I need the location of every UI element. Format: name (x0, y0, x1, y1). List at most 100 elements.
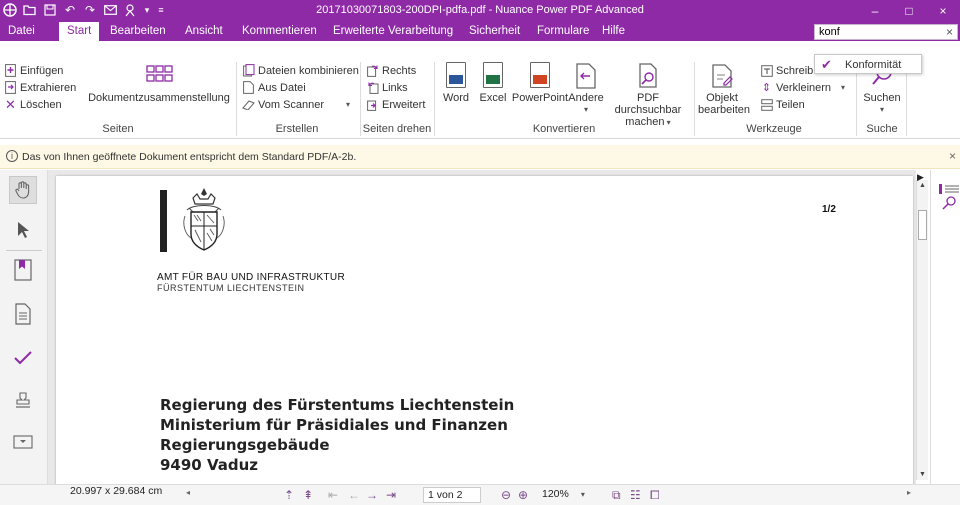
document-viewer[interactable]: AMT FÜR BAU UND INFRASTRUKTUR FÜRSTENTUM… (48, 170, 916, 484)
dokumentzusammenstellung-button[interactable]: Dokumentzusammenstellung (88, 62, 230, 104)
info-icon: i (6, 150, 18, 162)
zoom-value: 120% (542, 488, 569, 500)
extrahieren-label: Extrahieren (20, 81, 77, 94)
select-arrow-icon[interactable] (9, 216, 37, 244)
status-bar: 20.997 x 29.684 cm ◂ ⇡ ⇞ ⇤ ← → ⇥ 1 von 2… (0, 484, 960, 505)
convert-word-label: Word (442, 92, 470, 104)
vom-scanner-button[interactable]: Vom Scanner ▾ (242, 98, 350, 111)
convert-excel-button[interactable]: Excel (476, 62, 510, 104)
dateien-kombinieren-button[interactable]: Dateien kombinieren (242, 64, 359, 77)
previous-page-up-icon[interactable]: ⇞ (303, 488, 313, 502)
left-toolbar (0, 170, 48, 505)
bookmark-icon[interactable] (9, 256, 37, 284)
convert-other-button[interactable]: Andere ▾ (568, 62, 604, 116)
signature-checkmark-icon[interactable] (9, 344, 37, 372)
first-page-up-icon[interactable]: ⇡ (284, 488, 294, 502)
address-line: Regierungsgebäude (160, 436, 330, 454)
close-infobar-button[interactable]: × (949, 149, 956, 163)
window-controls: – □ × (858, 0, 960, 22)
page-number-input[interactable]: 1 von 2 (423, 487, 481, 503)
tab-ansicht[interactable]: Ansicht (181, 22, 227, 41)
minimize-button[interactable]: – (858, 0, 892, 22)
tab-erweiterte-verarbeitung[interactable]: Erweiterte Verarbeitung (329, 22, 457, 41)
continuous-view-icon[interactable]: ☷ (630, 488, 641, 502)
rotate-left-icon (366, 81, 379, 94)
shrink-icon: ⇕ (761, 82, 772, 94)
panel-expand-icon[interactable]: ▶ (917, 172, 924, 183)
zoom-dropdown-icon[interactable]: ▾ (581, 490, 585, 499)
maximize-button[interactable]: □ (892, 0, 926, 22)
convert-other-icon (573, 62, 599, 90)
first-page-icon[interactable]: ⇤ (328, 488, 338, 502)
vertical-scrollbar[interactable]: ▲ ▼ (916, 180, 928, 480)
search-suggestion-item[interactable]: ✔ Konformität (814, 54, 922, 74)
stamp-icon[interactable] (9, 386, 37, 414)
toolbar-divider (6, 250, 42, 251)
previous-page-icon[interactable]: ← (348, 488, 360, 502)
verkleinern-label: Verkleinern (776, 81, 832, 94)
convert-other-label: Andere (568, 92, 604, 104)
tab-sicherheit[interactable]: Sicherheit (465, 22, 524, 41)
group-label-seiten-drehen: Seiten drehen (362, 123, 432, 135)
pdf-searchable-button[interactable]: PDF durchsuchbar machen ▾ (604, 62, 692, 129)
pdfa-info-bar: i Das von Ihnen geöffnete Dokument entsp… (0, 145, 960, 169)
zoom-out-icon[interactable]: ⊖ (501, 488, 511, 502)
rotate-advanced-button[interactable]: Erweitert (366, 98, 425, 111)
file-icon (242, 81, 255, 94)
rotate-right-button[interactable]: Rechts (366, 64, 416, 77)
panel-dropdown-icon[interactable] (9, 428, 37, 456)
schreibmaschine-button[interactable]: Schreibr (760, 64, 817, 77)
convert-excel-label: Excel (479, 92, 507, 104)
scroll-down-icon[interactable]: ▼ (919, 471, 926, 478)
two-page-view-icon[interactable]: ⧠ (650, 488, 660, 503)
suchen-dropdown-icon[interactable]: ▾ (860, 104, 904, 116)
loeschen-button[interactable]: ✕ Löschen (4, 97, 62, 112)
hscroll-right-icon[interactable]: ▸ (907, 488, 911, 497)
zoom-select[interactable]: 120% ▾ (538, 487, 596, 503)
tab-datei[interactable]: Datei (4, 22, 39, 41)
aus-datei-button[interactable]: Aus Datei (242, 81, 306, 94)
group-label-werkzeuge: Werkzeuge (746, 123, 802, 135)
excel-doc-icon (480, 62, 506, 90)
rotate-advanced-label: Erweitert (382, 98, 426, 111)
scrollbar-thumb[interactable] (918, 210, 927, 240)
pdf-page: AMT FÜR BAU UND INFRASTRUKTUR FÜRSTENTUM… (56, 176, 913, 484)
verkleinern-button[interactable]: ⇕ Verkleinern ▾ (760, 81, 845, 95)
rotate-advanced-icon (366, 98, 379, 111)
rotate-left-button[interactable]: Links (366, 81, 408, 94)
pages-panel-icon[interactable] (9, 300, 37, 328)
tab-hilfe[interactable]: Hilfe (598, 22, 629, 41)
scroll-up-icon[interactable]: ▲ (919, 182, 926, 189)
search-input[interactable]: konf × (814, 24, 958, 40)
convert-other-dropdown-icon[interactable]: ▾ (568, 104, 604, 116)
powerpoint-doc-icon (527, 62, 553, 90)
edit-object-icon (709, 62, 735, 90)
teilen-button[interactable]: Teilen (760, 98, 805, 111)
checkmark-icon: ✔ (821, 57, 832, 72)
einfuegen-button[interactable]: Einfügen (4, 64, 63, 77)
tab-kommentieren[interactable]: Kommentieren (238, 22, 321, 41)
search-value: konf (819, 26, 840, 38)
zoom-in-icon[interactable]: ⊕ (518, 488, 528, 502)
hscroll-left-icon[interactable]: ◂ (186, 488, 190, 497)
verkleinern-dropdown-icon[interactable]: ▾ (841, 83, 845, 92)
scanner-dropdown-icon[interactable]: ▾ (346, 100, 350, 109)
group-label-seiten: Seiten (102, 123, 134, 135)
hand-tool-icon[interactable] (9, 176, 37, 204)
pdfa-info-message: Das von Ihnen geöffnete Dokument entspri… (22, 151, 357, 163)
convert-word-button[interactable]: Word (440, 62, 472, 104)
close-button[interactable]: × (926, 0, 960, 22)
search-clear-icon[interactable]: × (946, 25, 953, 39)
next-page-icon[interactable]: → (366, 488, 378, 502)
tab-bearbeiten[interactable]: Bearbeiten (106, 22, 170, 41)
single-page-view-icon[interactable]: ⧉ (612, 488, 621, 503)
tab-formulare[interactable]: Formulare (533, 22, 593, 41)
last-page-icon[interactable]: ⇥ (386, 488, 396, 502)
dokumentzusammenstellung-label: Dokumentzusammenstellung (88, 92, 230, 104)
objekt-bearbeiten-button[interactable]: Objekt bearbeiten (698, 62, 750, 116)
schreibmaschine-label: Schreibr (776, 64, 817, 77)
convert-powerpoint-button[interactable]: PowerPoint (510, 62, 570, 104)
extrahieren-button[interactable]: Extrahieren (4, 81, 76, 94)
tab-start[interactable]: Start (59, 22, 100, 41)
search-panel-icon[interactable] (939, 196, 959, 213)
